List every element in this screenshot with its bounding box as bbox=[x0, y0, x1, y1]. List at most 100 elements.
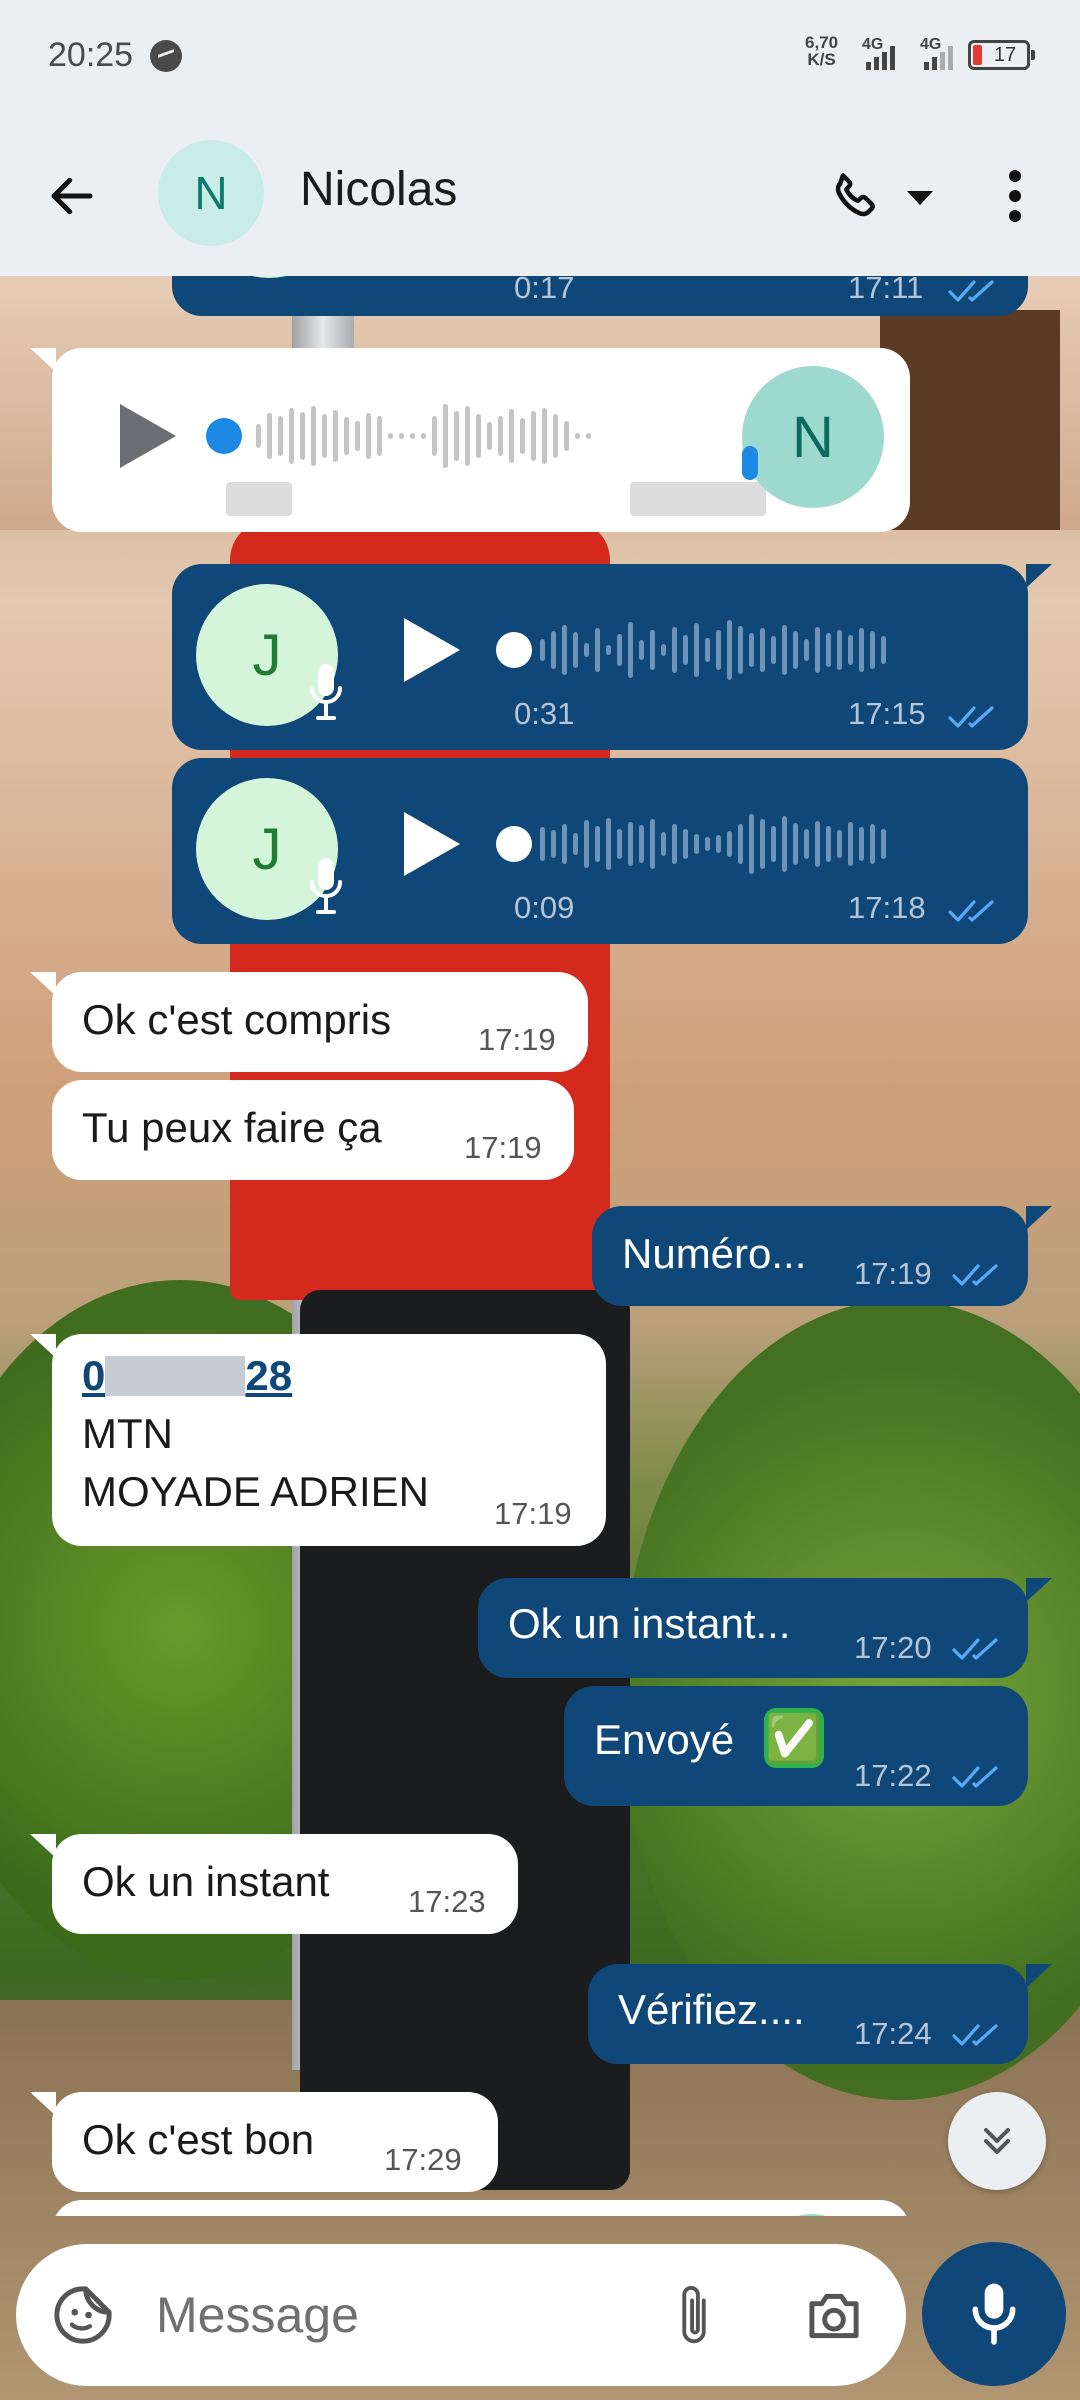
battery-level: 17 bbox=[993, 44, 1017, 66]
phone-number-link[interactable]: 0 28 bbox=[82, 1352, 292, 1400]
message-text: MTN bbox=[82, 1410, 173, 1457]
message-time: 17:23 bbox=[408, 1884, 486, 1919]
status-time: 20:25 bbox=[48, 36, 134, 74]
voice-sender-avatar: N bbox=[742, 366, 884, 508]
voice-sender-initial: J bbox=[252, 622, 282, 688]
message-time: 17:24 bbox=[854, 2016, 932, 2051]
message-text: Ok c'est compris bbox=[82, 996, 392, 1043]
call-button[interactable] bbox=[820, 160, 892, 232]
message-outgoing[interactable]: Vérifiez.... 17:24 bbox=[588, 1964, 1028, 2064]
voice-progress-dot[interactable] bbox=[496, 826, 532, 862]
voice-waveform bbox=[540, 610, 886, 690]
bubble-tail bbox=[30, 972, 56, 996]
phone-number-redacted bbox=[105, 1356, 246, 1396]
message-input[interactable] bbox=[156, 2280, 646, 2350]
signal-icon: 4G bbox=[920, 36, 970, 72]
bubble-tail bbox=[30, 1334, 56, 1358]
double-chevron-down-icon bbox=[983, 2127, 1011, 2155]
read-ticks-icon bbox=[948, 706, 994, 728]
voice-message-outgoing[interactable]: J 0:31 17:15 bbox=[172, 564, 1028, 750]
signal-icon: 4G bbox=[862, 36, 912, 72]
message-outgoing[interactable]: Ok un instant... 17:20 bbox=[478, 1578, 1028, 1678]
voice-message-incoming[interactable] bbox=[52, 2200, 910, 2216]
emoji-button[interactable] bbox=[50, 2282, 116, 2348]
voice-sender-initial: N bbox=[792, 404, 834, 470]
camera-button[interactable] bbox=[794, 2276, 874, 2356]
voice-progress-dot[interactable] bbox=[496, 632, 532, 668]
bubble-tail bbox=[1026, 1206, 1052, 1230]
read-ticks-icon bbox=[952, 1638, 998, 1660]
voice-record-button[interactable] bbox=[922, 2242, 1066, 2386]
message-incoming[interactable]: Ok c'est compris 17:19 bbox=[52, 972, 588, 1072]
check-mark-emoji: ✅ bbox=[764, 1708, 824, 1768]
message-incoming[interactable]: Tu peux faire ça 17:19 bbox=[52, 1080, 574, 1180]
play-button[interactable] bbox=[404, 618, 460, 682]
mic-badge-icon bbox=[310, 858, 342, 914]
scroll-to-bottom-button[interactable] bbox=[948, 2092, 1046, 2190]
phone-number-end: 28 bbox=[245, 1352, 293, 1399]
network-speed: 6,70 K/S bbox=[805, 34, 838, 68]
message-time: 17:20 bbox=[854, 1630, 932, 1665]
bubble-tail bbox=[30, 2092, 56, 2116]
chat-header: N Nicolas bbox=[0, 110, 1080, 276]
message-text: Numéro... bbox=[622, 1230, 807, 1277]
battery-icon: 17 bbox=[968, 40, 1035, 70]
voice-message-outgoing[interactable]: 0:17 17:11 bbox=[172, 276, 1028, 316]
message-text: Tu peux faire ça bbox=[82, 1104, 382, 1151]
message-outgoing[interactable]: Envoyé ✅ 17:22 bbox=[564, 1686, 1028, 1806]
message-text: Ok un instant... bbox=[508, 1600, 791, 1647]
voice-message-incoming[interactable]: N bbox=[52, 348, 910, 532]
bubble-tail bbox=[30, 348, 56, 372]
contact-avatar-initial: N bbox=[194, 167, 228, 219]
call-options-button[interactable] bbox=[900, 178, 940, 218]
message-time: 17:19 bbox=[494, 1496, 572, 1531]
read-ticks-icon bbox=[952, 1264, 998, 1286]
arrow-left-icon bbox=[51, 177, 93, 215]
back-button[interactable] bbox=[36, 160, 108, 232]
voice-waveform bbox=[256, 396, 591, 476]
message-text: Envoyé bbox=[594, 1716, 735, 1763]
voice-duration: 0:09 bbox=[514, 890, 575, 925]
message-outgoing[interactable]: Numéro... 17:19 bbox=[592, 1206, 1028, 1306]
read-ticks-icon bbox=[948, 900, 994, 922]
voice-message-outgoing[interactable]: J 0:09 17:18 bbox=[172, 758, 1028, 944]
contact-avatar[interactable]: N bbox=[158, 140, 264, 246]
bubble-tail bbox=[1026, 1578, 1052, 1602]
message-composer bbox=[16, 2244, 906, 2386]
caret-down-icon bbox=[907, 191, 933, 205]
attach-button[interactable] bbox=[656, 2276, 732, 2356]
bubble-tail bbox=[30, 1834, 56, 1858]
message-time: 17:15 bbox=[848, 696, 926, 731]
read-ticks-icon bbox=[948, 280, 994, 302]
read-ticks-icon bbox=[952, 2024, 998, 2046]
voice-mic-badge bbox=[742, 446, 758, 480]
mic-badge-icon bbox=[310, 664, 342, 720]
play-button[interactable] bbox=[404, 812, 460, 876]
message-time: 17:22 bbox=[854, 1758, 932, 1793]
message-list[interactable]: 0:17 17:11 N J 0:31 17:15 J 0:09 17:18 O… bbox=[0, 276, 1080, 2216]
message-time: 17:19 bbox=[464, 1130, 542, 1165]
message-incoming[interactable]: 0 28 MTN MOYADE ADRIEN 17:19 bbox=[52, 1334, 606, 1546]
more-options-button[interactable] bbox=[990, 160, 1040, 232]
message-text: Ok un instant bbox=[82, 1858, 330, 1905]
voice-progress-dot[interactable] bbox=[206, 418, 242, 454]
messenger-notification-icon bbox=[150, 40, 182, 72]
contact-name[interactable]: Nicolas bbox=[300, 162, 457, 217]
bubble-tail bbox=[1026, 1964, 1052, 1988]
redacted-time bbox=[630, 482, 766, 516]
message-incoming[interactable]: Ok un instant 17:23 bbox=[52, 1834, 518, 1934]
voice-waveform bbox=[540, 804, 886, 884]
status-bar: 20:25 6,70 K/S 4G 4G 17 bbox=[0, 0, 1080, 110]
message-time: 17:19 bbox=[854, 1256, 932, 1291]
message-text: MOYADE ADRIEN bbox=[82, 1468, 429, 1515]
mic-icon bbox=[972, 2283, 1016, 2345]
play-icon[interactable] bbox=[116, 400, 180, 472]
read-ticks-icon bbox=[952, 1766, 998, 1788]
phone-icon bbox=[835, 173, 875, 217]
message-time: 17:18 bbox=[848, 890, 926, 925]
voice-sender-initial: J bbox=[252, 816, 282, 882]
network-speed-value: 6,70 bbox=[805, 33, 839, 52]
message-text: Vérifiez.... bbox=[618, 1986, 805, 2033]
bubble-tail bbox=[1026, 564, 1052, 588]
message-incoming[interactable]: Ok c'est bon 17:29 bbox=[52, 2092, 498, 2192]
